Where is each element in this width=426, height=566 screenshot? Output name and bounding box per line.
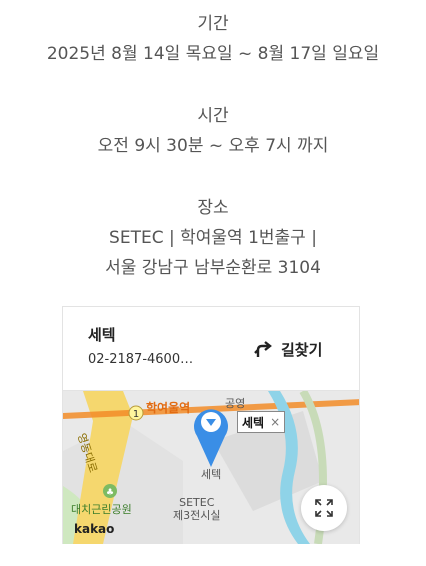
event-info: 기간 2025년 8월 14일 목요일 ~ 8월 17일 일요일 시간 오전 9… (0, 0, 426, 283)
place-phone[interactable]: 02-2187-4600… (88, 352, 218, 367)
place-name[interactable]: 세텍 (88, 324, 116, 345)
pin-tag[interactable]: 세텍 × (237, 411, 286, 433)
time-label: 시간 (197, 106, 229, 126)
directions-label: 길찾기 (281, 340, 323, 359)
place-line-1: SETEC | 학여울역 1번출구 | (109, 228, 317, 248)
pin-tag-close-icon[interactable]: × (270, 415, 280, 429)
fullscreen-expand-icon (315, 499, 333, 517)
park2-label: 대치근린공원 (71, 503, 132, 516)
place-line-2: 서울 강남구 남부순환로 3104 (105, 258, 321, 278)
map-card-header: 세텍 02-2187-4600… 길찾기 (63, 307, 359, 391)
time-value: 오전 9시 30분 ~ 오후 7시 까지 (97, 136, 329, 156)
expand-map-button[interactable] (301, 485, 347, 531)
turn-right-arrow-icon (254, 341, 272, 357)
subway-number: 1 (133, 409, 139, 420)
pin-tag-label: 세텍 (242, 415, 265, 430)
period-label: 기간 (197, 14, 229, 34)
location-pin-icon[interactable] (191, 402, 231, 468)
map-view[interactable]: 1 ♣ 학여울역 공영 영동대로 세텍 SETEC 제3전시실 대치근린공원 세… (63, 391, 359, 544)
kakao-logo[interactable]: kakao (74, 522, 114, 536)
period-value: 2025년 8월 14일 목요일 ~ 8월 17일 일요일 (46, 44, 380, 64)
directions-button[interactable]: 길찾기 (253, 336, 322, 362)
map-card: 세텍 02-2187-4600… 길찾기 1 ♣ 학여울역 공영 영동대로 세텍… (62, 306, 360, 544)
building-label: 세텍 (201, 468, 222, 481)
station-label: 학여울역 (146, 401, 191, 415)
venue-label: SETEC 제3전시실 (173, 496, 220, 522)
place-label: 장소 (197, 198, 229, 218)
venue-label-line1: SETEC (179, 496, 215, 509)
venue-label-line2: 제3전시실 (173, 509, 221, 522)
svg-text:♣: ♣ (106, 488, 114, 498)
